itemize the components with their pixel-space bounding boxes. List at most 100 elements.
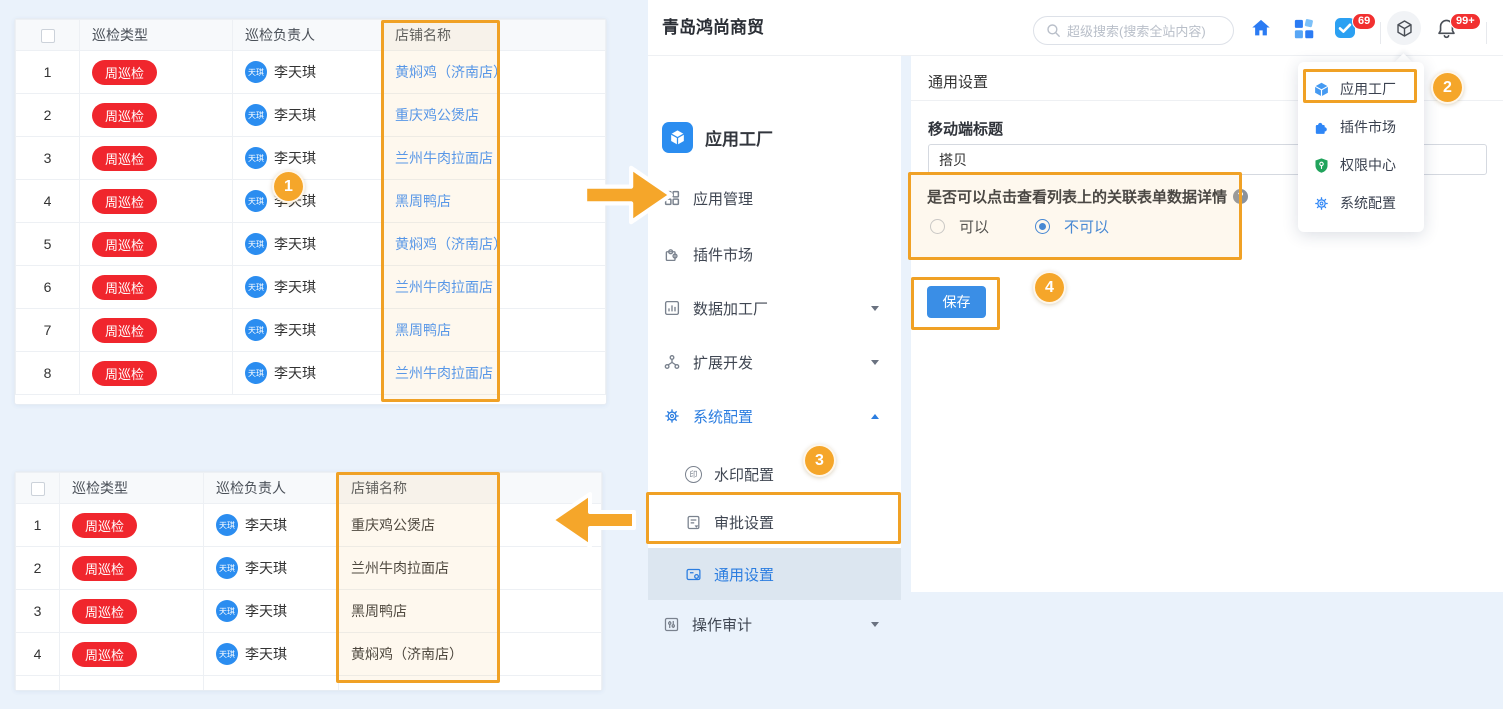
divider [1486, 22, 1487, 44]
general-settings-icon [685, 566, 702, 583]
sidebar-item-system-config[interactable]: 系统配置 [648, 396, 901, 436]
dropdown-item-system-config[interactable]: 系统配置 [1298, 184, 1424, 222]
screen: 巡检类型 巡检负责人 店铺名称 1周巡检天琪李天琪黄焖鸡（济南店）2周巡检天琪李… [0, 0, 1503, 709]
store-name[interactable]: 黄焖鸡（济南店） [383, 51, 606, 94]
sidebar-item-app-management[interactable]: 应用管理 [648, 178, 901, 218]
table-row: 2周巡检天琪李天琪兰州牛肉拉面店 [16, 547, 602, 590]
inspector-cell: 天琪李天琪 [204, 633, 339, 676]
arrow-left-icon [539, 486, 647, 554]
row-index: 5 [16, 223, 80, 266]
avatar: 天琪 [216, 514, 238, 536]
dropdown-item-label: 系统配置 [1340, 193, 1396, 213]
row-index: 1 [16, 51, 80, 94]
radio-group: 可以 不可以 [930, 216, 1109, 237]
avatar: 天琪 [245, 147, 267, 169]
inspector-cell: 天琪李天琪 [233, 137, 383, 180]
search-input[interactable]: 超级搜索(搜索全站内容) [1033, 16, 1234, 45]
row-index: 3 [16, 137, 80, 180]
sidebar-item-approval-settings[interactable]: 审批设置 [648, 502, 901, 542]
avatar: 天琪 [216, 557, 238, 579]
inspection-type-cell: 周巡检 [60, 633, 204, 676]
sidebar-item-plugin-market[interactable]: 插件市场 [648, 234, 901, 274]
store-name[interactable]: 兰州牛肉拉面店 [383, 137, 606, 180]
chevron-down-icon [871, 622, 879, 627]
inspector-name: 李天琪 [245, 515, 287, 535]
inspection-type-badge: 周巡检 [72, 556, 137, 581]
inspector-name: 李天琪 [274, 277, 316, 297]
table-row: 5周巡检天琪李天琪黄焖鸡（济南店） [16, 223, 606, 266]
search-icon [1046, 23, 1061, 38]
sidebar-item-operation-audit[interactable]: 操作审计 [648, 604, 901, 644]
store-name[interactable]: 黑周鸭店 [383, 180, 606, 223]
inspection-type-badge: 周巡检 [72, 642, 137, 667]
search-placeholder: 超级搜索(搜索全站内容) [1067, 21, 1206, 40]
avatar: 天琪 [245, 362, 267, 384]
store-name[interactable]: 兰州牛肉拉面店 [383, 266, 606, 309]
step-badge-3: 3 [803, 444, 836, 477]
table-row: 4周巡检天琪李天琪黄焖鸡（济南店） [16, 633, 602, 676]
inspection-type-cell: 周巡检 [80, 137, 233, 180]
home-icon[interactable] [1244, 0, 1278, 56]
table-row: 2周巡检天琪李天琪重庆鸡公煲店 [16, 94, 606, 137]
store-name[interactable]: 黄焖鸡（济南店） [383, 223, 606, 266]
avatar: 天琪 [245, 233, 267, 255]
save-button[interactable]: 保存 [927, 286, 986, 318]
select-all-checkbox[interactable] [31, 482, 45, 496]
avatar: 天琪 [245, 190, 267, 212]
watermark-icon: 印 [685, 466, 702, 483]
apps-grid-icon[interactable] [1286, 0, 1320, 56]
radio-no-label[interactable]: 不可以 [1064, 216, 1109, 237]
puzzle-icon [663, 245, 681, 263]
sidebar-item-extension-dev[interactable]: 扩展开发 [648, 342, 901, 382]
row-index: 8 [16, 352, 80, 395]
radio-yes[interactable] [930, 219, 945, 234]
inspector-cell: 天琪李天琪 [233, 352, 383, 395]
inspector-name: 李天琪 [245, 558, 287, 578]
inspector-cell: 天琪李天琪 [204, 590, 339, 633]
row-index: 2 [16, 94, 80, 137]
top-header: 青岛鸿尚商贸 超级搜索(搜索全站内容) 69 [648, 0, 1503, 56]
store-name[interactable]: 重庆鸡公煲店 [383, 94, 606, 137]
row-index: 4 [16, 633, 60, 676]
radio-yes-label[interactable]: 可以 [959, 216, 989, 237]
avatar: 天琪 [245, 104, 267, 126]
app-factory-trigger-icon[interactable] [1387, 0, 1421, 56]
sidebar-item-data-factory[interactable]: 数据加工厂 [648, 288, 901, 328]
table-row: 7周巡检天琪李天琪黑周鸭店 [16, 309, 606, 352]
dropdown-item-permission-center[interactable]: 权限中心 [1298, 146, 1424, 184]
sidebar-item-general-settings[interactable]: 通用设置 [648, 548, 901, 600]
app-factory-cube-icon [662, 122, 693, 153]
workspace-dropdown: 应用工厂 插件市场 权限中心 系统配置 [1298, 62, 1424, 232]
inspection-type-cell: 周巡检 [80, 266, 233, 309]
store-name[interactable]: 黑周鸭店 [383, 309, 606, 352]
radio-no[interactable] [1035, 219, 1050, 234]
step-badge-4: 4 [1033, 271, 1066, 304]
sidebar-item-label: 系统配置 [693, 406, 753, 427]
sidebar-item-label: 通用设置 [714, 564, 774, 585]
select-all-checkbox[interactable] [41, 29, 55, 43]
store-name[interactable]: 兰州牛肉拉面店 [383, 352, 606, 395]
inspection-type-cell: 周巡检 [80, 51, 233, 94]
table-row: 3周巡检天琪李天琪黑周鸭店 [16, 590, 602, 633]
table-row: 8 周巡检 天琪李天琪兰州牛肉拉面店 [16, 352, 606, 395]
avatar: 天琪 [245, 61, 267, 83]
bar-chart-icon [663, 299, 681, 317]
dropdown-item-app-factory[interactable]: 应用工厂 [1298, 70, 1424, 108]
inspector-name: 李天琪 [274, 62, 316, 82]
inspector-name: 李天琪 [245, 644, 287, 664]
column-header: 巡检类型 [80, 20, 233, 51]
section-title: 通用设置 [928, 71, 988, 92]
sidebar-item-label: 扩展开发 [693, 352, 753, 373]
table-row: 6周巡检天琪李天琪兰州牛肉拉面店 [16, 266, 606, 309]
inspection-type-badge: 周巡检 [92, 60, 157, 85]
help-icon[interactable]: ? [1233, 189, 1248, 204]
inspector-cell: 天琪李天琪 [204, 504, 339, 547]
dropdown-item-plugin-market[interactable]: 插件市场 [1298, 108, 1424, 146]
inspector-cell: 天琪李天琪 [233, 94, 383, 137]
inspection-type-badge: 周巡检 [92, 361, 157, 386]
sidebar-item-watermark-config[interactable]: 印 水印配置 [648, 454, 901, 494]
inspection-type-badge: 周巡检 [92, 232, 157, 257]
inspection-type-cell: 周巡检 [60, 504, 204, 547]
table-row: 3周巡检天琪李天琪兰州牛肉拉面店 [16, 137, 606, 180]
inspection-type-cell: 周巡检 [80, 94, 233, 137]
